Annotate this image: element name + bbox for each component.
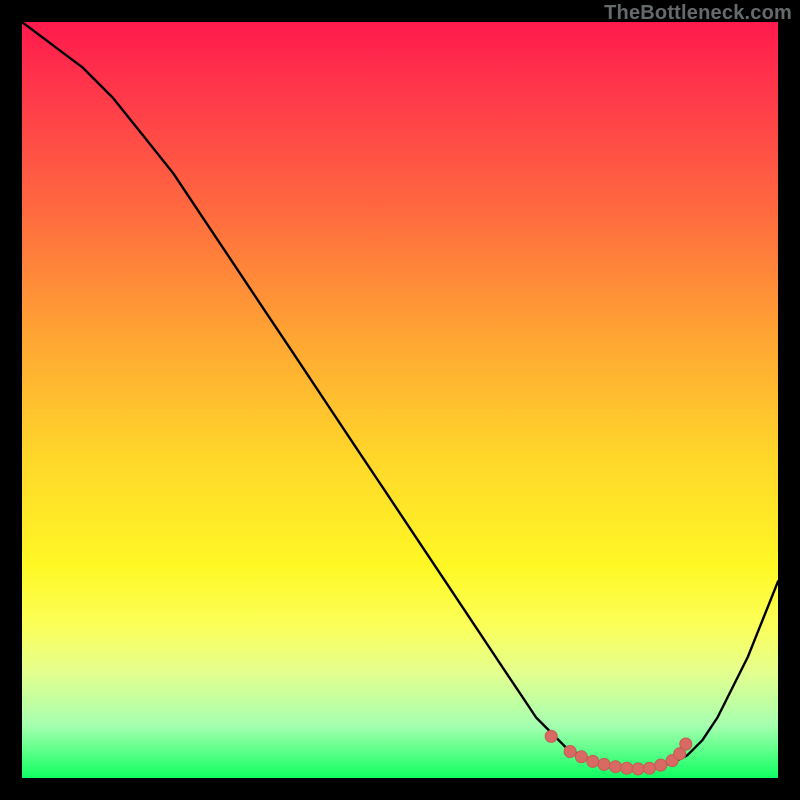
marker-dot xyxy=(598,758,610,770)
marker-dot xyxy=(610,761,622,773)
marker-dot xyxy=(575,751,587,763)
chart-svg xyxy=(22,22,778,778)
bottleneck-curve xyxy=(22,22,778,770)
marker-dot xyxy=(621,762,633,774)
marker-dot xyxy=(644,762,656,774)
marker-dot xyxy=(545,730,557,742)
marker-dot xyxy=(587,755,599,767)
marker-dot xyxy=(680,738,692,750)
marker-dot xyxy=(564,746,576,758)
marker-dot xyxy=(632,763,644,775)
optimal-region-markers xyxy=(545,730,692,775)
marker-dot xyxy=(655,759,667,771)
